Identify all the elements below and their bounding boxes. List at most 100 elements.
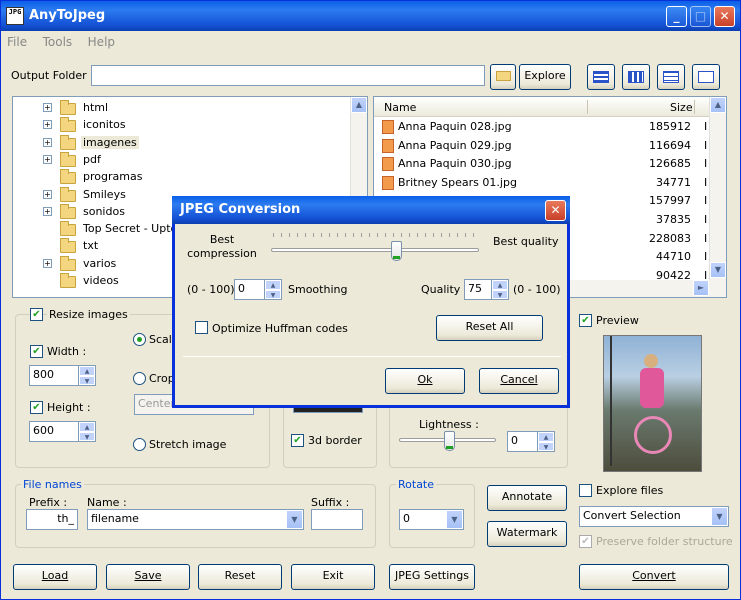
rotate-select[interactable]: 0 ▼ — [399, 509, 464, 530]
width-checkbox[interactable]: ✔ — [30, 345, 43, 358]
dialog-title: JPEG Conversion — [180, 202, 301, 217]
chevron-down-icon[interactable]: ▼ — [446, 510, 463, 529]
column-header-name[interactable]: Name — [384, 101, 416, 114]
name-value: filename — [91, 512, 139, 525]
height-spinner[interactable]: ▲ ▼ — [78, 422, 95, 441]
expand-icon[interactable]: + — [43, 206, 52, 216]
reset-all-button[interactable]: Reset All — [436, 315, 543, 341]
name-select[interactable]: filename ▼ — [87, 509, 304, 530]
folder-icon — [60, 273, 76, 288]
chevron-down-icon[interactable]: ▼ — [711, 507, 728, 526]
file-size: 185912 — [649, 120, 691, 133]
expand-icon[interactable]: + — [43, 103, 52, 112]
tree-item-label: txt — [83, 239, 99, 253]
prefix-input[interactable]: th_ — [26, 509, 78, 530]
tree-item-label: Smileys — [83, 187, 126, 201]
smoothing-input[interactable]: 0 ▲ ▼ — [234, 279, 282, 300]
menu-help[interactable]: Help — [82, 32, 121, 52]
maximize-button[interactable]: □ — [690, 6, 711, 27]
height-checkbox[interactable]: ✔ — [30, 401, 43, 414]
scroll-right-arrow[interactable]: ► — [693, 280, 709, 296]
file-row[interactable]: Anna Paquin 030.jpg 126685 I — [374, 155, 709, 173]
menu-file[interactable]: File — [1, 32, 33, 52]
cancel-button[interactable]: Cancel — [479, 368, 559, 394]
view-large-icons-button[interactable] — [587, 64, 615, 90]
height-input[interactable]: 600 ▲ ▼ — [29, 421, 96, 442]
lightness-spinner[interactable]: ▲ ▼ — [537, 432, 554, 451]
crop-radio[interactable] — [133, 372, 146, 385]
browse-folder-button[interactable] — [490, 64, 516, 90]
load-label: Load — [41, 569, 69, 582]
optimize-huffman-checkbox[interactable] — [195, 321, 208, 334]
width-value: 800 — [33, 368, 54, 381]
explore-button[interactable]: Explore — [519, 64, 571, 90]
large-icons-icon — [593, 71, 609, 83]
folder-icon — [60, 203, 76, 219]
load-button[interactable]: Load — [13, 564, 97, 590]
stretch-radio[interactable] — [133, 438, 146, 451]
convert-button[interactable]: Convert — [579, 564, 729, 590]
width-spinner[interactable]: ▲ ▼ — [78, 366, 95, 385]
dialog-close-button[interactable]: ✕ — [545, 200, 566, 221]
file-row[interactable]: Britney Spears 01.jpg 34771 I — [374, 174, 709, 192]
minimize-button[interactable]: _ — [666, 6, 687, 27]
quality-slider-thumb[interactable] — [390, 241, 402, 261]
3d-border-checkbox[interactable]: ✔ — [291, 434, 304, 447]
expand-icon[interactable]: + — [43, 189, 52, 199]
file-extra: I — [704, 231, 708, 245]
file-row[interactable]: Anna Paquin 029.jpg 116694 I — [374, 137, 709, 155]
file-list-vscroll[interactable]: ▲ ▼ — [709, 97, 726, 280]
quality-spinner[interactable]: ▲ ▼ — [491, 280, 508, 299]
save-button[interactable]: Save — [106, 564, 190, 590]
smoothing-spinner[interactable]: ▲ ▼ — [264, 280, 281, 299]
menu-tools[interactable]: Tools — [37, 32, 79, 52]
view-thumbnails-button[interactable] — [692, 64, 720, 90]
file-row[interactable]: Anna Paquin 028.jpg 185912 I — [374, 118, 709, 136]
view-details-button[interactable] — [657, 64, 685, 90]
tree-item-label: pdf — [83, 152, 101, 166]
exit-button[interactable]: Exit — [291, 564, 375, 590]
file-list-header: Name Size — [374, 97, 709, 117]
tree-item-label: varios — [83, 256, 117, 270]
file-size: 34771 — [656, 175, 691, 189]
thumbnails-icon — [698, 71, 714, 83]
expand-icon[interactable]: + — [43, 154, 52, 164]
app-icon: JPG — [6, 7, 24, 25]
column-header-size[interactable]: Size — [670, 101, 693, 114]
scroll-down-arrow[interactable]: ▼ — [710, 262, 726, 278]
preview-checkbox[interactable]: ✔ — [579, 314, 592, 327]
suffix-input[interactable] — [311, 509, 363, 530]
expand-icon[interactable]: + — [43, 120, 52, 130]
height-value: 600 — [33, 424, 54, 437]
output-folder-input[interactable] — [91, 65, 485, 86]
scale-radio[interactable] — [133, 333, 146, 346]
jpeg-settings-button[interactable]: JPEG Settings — [389, 564, 475, 590]
quality-input[interactable]: 75 ▲ ▼ — [464, 279, 509, 300]
file-extra: I — [704, 175, 708, 189]
explore-files-checkbox[interactable] — [579, 484, 592, 497]
resize-images-checkbox[interactable]: ✔ — [30, 308, 43, 321]
scroll-up-arrow[interactable]: ▲ — [351, 97, 367, 113]
expand-icon[interactable]: + — [43, 258, 52, 268]
3d-border-label: 3d border — [308, 434, 362, 447]
scroll-up-arrow[interactable]: ▲ — [710, 97, 726, 113]
lightness-thumb[interactable] — [444, 431, 455, 451]
close-button[interactable]: ✕ — [714, 6, 735, 27]
lightness-input[interactable]: 0 ▲ ▼ — [507, 431, 555, 452]
optimize-huffman-label: Optimize Huffman codes — [212, 322, 348, 335]
quality-range-label: (0 - 100) — [513, 283, 561, 296]
quality-slider[interactable] — [271, 248, 479, 252]
chevron-down-icon[interactable]: ▼ — [286, 510, 303, 529]
reset-button[interactable]: Reset — [198, 564, 282, 590]
dialog-title-bar: JPEG Conversion ✕ — [172, 196, 570, 224]
folder-icon — [60, 169, 76, 185]
width-input[interactable]: 800 ▲ ▼ — [29, 365, 96, 386]
expand-icon[interactable]: + — [43, 137, 52, 147]
window-title: AnyToJpeg — [29, 8, 106, 23]
annotate-button[interactable]: Annotate — [487, 485, 567, 511]
file-extra: I — [704, 120, 708, 133]
watermark-button[interactable]: Watermark — [487, 521, 567, 547]
ok-button[interactable]: Ok — [385, 368, 465, 394]
view-list-button[interactable] — [622, 64, 650, 90]
convert-mode-select[interactable]: Convert Selection ▼ — [579, 506, 729, 527]
